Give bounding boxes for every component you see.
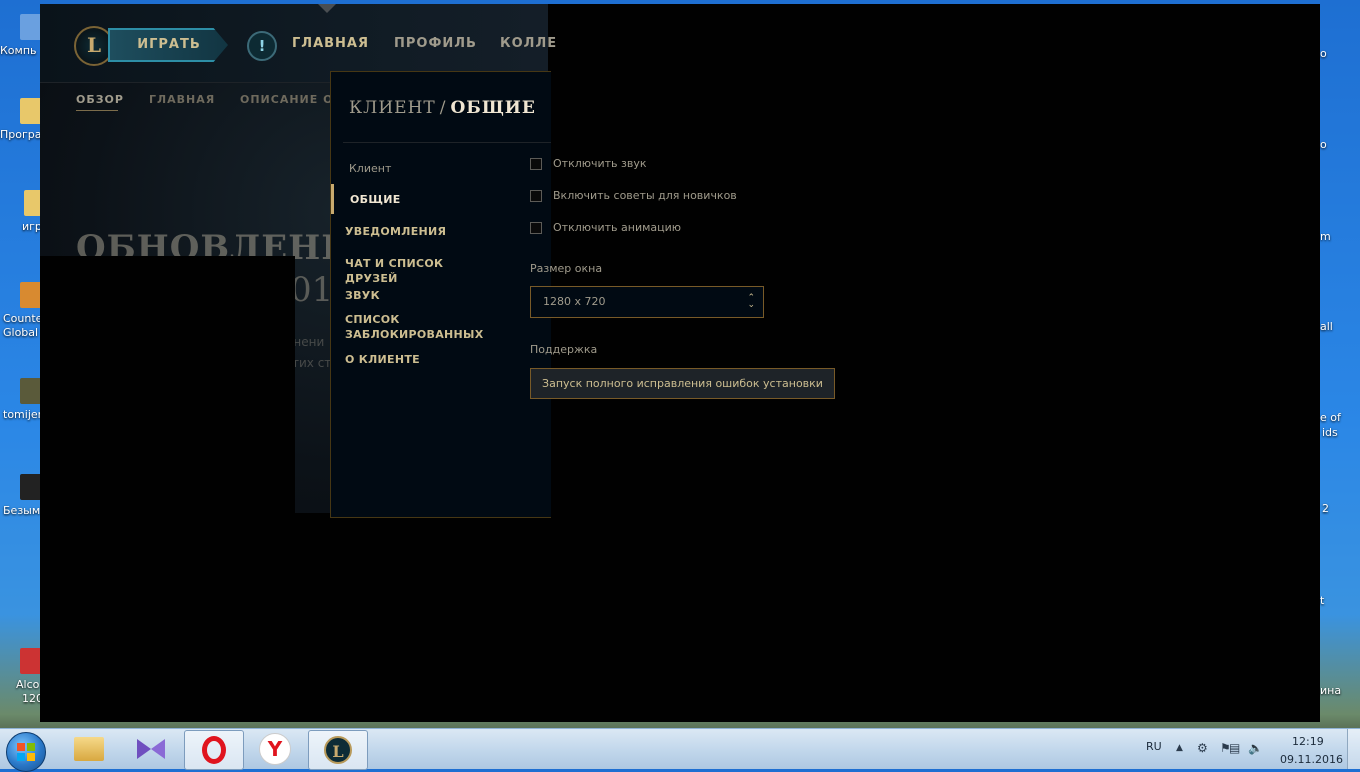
subnav-description[interactable]: ОПИСАНИЕ О xyxy=(240,93,333,106)
windows-logo-icon xyxy=(17,743,35,761)
checkbox-row-mute[interactable]: Отключить звук xyxy=(530,157,647,170)
select-arrows-icon: ⌃ ⌄ xyxy=(747,293,755,310)
taskbar-visual-studio[interactable] xyxy=(122,730,180,768)
alert-icon[interactable]: ! xyxy=(247,31,277,61)
desktop-icon-computer[interactable]: Компь xyxy=(0,14,42,58)
desktop-icon-label: tomijer xyxy=(3,408,43,421)
desktop-icon-label-line2: Global xyxy=(3,326,39,339)
settings-title: КЛИЕНТ / ОБЩИЕ xyxy=(349,98,536,118)
file-icon xyxy=(20,474,42,500)
game-icon xyxy=(20,378,42,404)
nav-home[interactable]: ГЛАВНАЯ xyxy=(292,36,369,51)
checkbox-label: Отключить анимацию xyxy=(553,221,682,234)
show-desktop-button[interactable] xyxy=(1347,729,1360,769)
desktop-right-label: 2 xyxy=(1322,502,1329,515)
window-size-value: 1280 x 720 xyxy=(543,295,606,308)
desktop-right-label: all xyxy=(1320,320,1333,333)
desktop-icon-label: Компь xyxy=(0,44,37,57)
sidebar-item-sound[interactable]: ЗВУК xyxy=(345,288,495,303)
desktop-icon-programs[interactable]: Програ xyxy=(0,98,42,142)
play-button[interactable]: ИГРАТЬ xyxy=(108,28,228,62)
tips-checkbox[interactable] xyxy=(530,189,542,202)
network-icon[interactable]: ▤ xyxy=(1229,741,1240,755)
desktop-right-label: о xyxy=(1320,47,1327,60)
breadcrumb-client: КЛИЕНТ xyxy=(349,98,436,118)
full-repair-button[interactable]: Запуск полного исправления ошибок устано… xyxy=(530,368,835,399)
yandex-browser-icon: Y xyxy=(259,733,291,765)
render-gap xyxy=(40,256,295,522)
breadcrumb-separator: / xyxy=(439,98,447,118)
desktop-right-label: е of xyxy=(1320,411,1341,424)
computer-icon xyxy=(20,14,42,40)
subnav-home[interactable]: ГЛАВНАЯ xyxy=(149,93,215,106)
sidebar-item-general[interactable]: ОБЩИЕ xyxy=(350,192,500,207)
alcohol-icon xyxy=(20,648,42,674)
desktop-icon-label: игр xyxy=(22,220,42,233)
desktop-icon-label: Counte xyxy=(3,312,43,325)
desktop-right-label: ина xyxy=(1320,684,1342,697)
desktop-icon-label: Безым xyxy=(3,504,41,517)
taskbar: Y L RU ▲ ⚙ ⚑ ▤ 🔈 12:19 09.11.2016 xyxy=(0,728,1360,772)
desktop-icon-unnamed[interactable]: Безым xyxy=(0,474,42,518)
league-client-window: L ИГРАТЬ ! ГЛАВНАЯ ПРОФИЛЬ КОЛЛЕ ОБЗОР Г… xyxy=(40,4,1320,722)
sidebar-item-about[interactable]: О КЛИЕНТЕ xyxy=(345,352,495,367)
folder-icon xyxy=(74,737,104,761)
sidebar-item-chat-friends[interactable]: ЧАТ И СПИСОК ДРУЗЕЙ xyxy=(345,256,495,286)
checkbox-label: Включить советы для новичков xyxy=(553,189,737,202)
desktop-icon-label: Alco xyxy=(16,678,40,691)
steam-tray-icon[interactable]: ⚙ xyxy=(1197,741,1208,755)
nav-collection[interactable]: КОЛЛЕ xyxy=(500,36,557,51)
subnav-overview[interactable]: ОБЗОР xyxy=(76,93,124,106)
checkbox-row-tips[interactable]: Включить советы для новичков xyxy=(530,189,737,202)
volume-icon[interactable]: 🔈 xyxy=(1248,741,1263,755)
sidebar-item-notifications[interactable]: УВЕДОМЛЕНИЯ xyxy=(345,224,495,239)
desktop-icon-label-line2: 120 xyxy=(22,692,43,705)
sidebar-section-header: Клиент xyxy=(349,162,392,175)
sidebar-active-indicator xyxy=(331,184,334,214)
taskbar-opera[interactable] xyxy=(184,730,244,770)
settings-modal: КЛИЕНТ / ОБЩИЕ Клиент ОБЩИЕ УВЕДОМЛЕНИЯ ЧА… xyxy=(330,71,551,518)
desktop-icon-label: Програ xyxy=(0,128,42,141)
animation-checkbox[interactable] xyxy=(530,221,542,234)
desktop-icon-alcohol[interactable]: Alco 120 xyxy=(0,648,43,706)
window-size-label: Размер окна xyxy=(530,262,603,275)
subnav-active-underline xyxy=(76,110,118,111)
folder-icon xyxy=(20,98,42,124)
show-hidden-icons-icon[interactable]: ▲ xyxy=(1176,743,1183,753)
breadcrumb-current: ОБЩИЕ xyxy=(450,98,536,118)
clock-date[interactable]: 09.11.2016 xyxy=(1280,753,1343,766)
title-divider xyxy=(343,142,551,143)
window-size-select[interactable]: 1280 x 720 ⌃ ⌄ xyxy=(530,286,764,318)
taskbar-yandex[interactable]: Y xyxy=(246,730,304,768)
nav-profile[interactable]: ПРОФИЛЬ xyxy=(394,36,477,51)
mute-checkbox[interactable] xyxy=(530,157,542,170)
sidebar-item-blocked-list[interactable]: СПИСОК ЗАБЛОКИРОВАННЫХ xyxy=(345,312,485,342)
desktop-icon-games[interactable]: игр xyxy=(4,190,46,234)
desktop-icon-counter-strike[interactable]: Counte Global xyxy=(0,282,43,340)
taskbar-league-client[interactable]: L xyxy=(308,730,368,770)
hero-year: 01 xyxy=(290,270,334,310)
hero-text-line: тих ст xyxy=(292,356,332,370)
counter-strike-icon xyxy=(20,282,42,308)
clock-time[interactable]: 12:19 xyxy=(1292,735,1324,748)
header-notch xyxy=(316,4,338,13)
checkbox-row-animation[interactable]: Отключить анимацию xyxy=(530,221,681,234)
desktop-right-label: о xyxy=(1320,138,1327,151)
support-label: Поддержка xyxy=(530,343,598,356)
opera-icon xyxy=(202,736,226,764)
desktop-right-label: m xyxy=(1320,230,1331,243)
checkbox-label: Отключить звук xyxy=(553,157,647,170)
league-icon: L xyxy=(324,736,352,764)
desktop-right-label: ids xyxy=(1322,426,1338,439)
visual-studio-icon xyxy=(137,739,165,759)
start-button[interactable] xyxy=(6,732,46,772)
desktop-icon-tomijer[interactable]: tomijer xyxy=(0,378,43,422)
desktop-right-label: t xyxy=(1320,594,1325,607)
language-indicator[interactable]: RU xyxy=(1146,740,1162,753)
taskbar-explorer[interactable] xyxy=(60,730,118,768)
